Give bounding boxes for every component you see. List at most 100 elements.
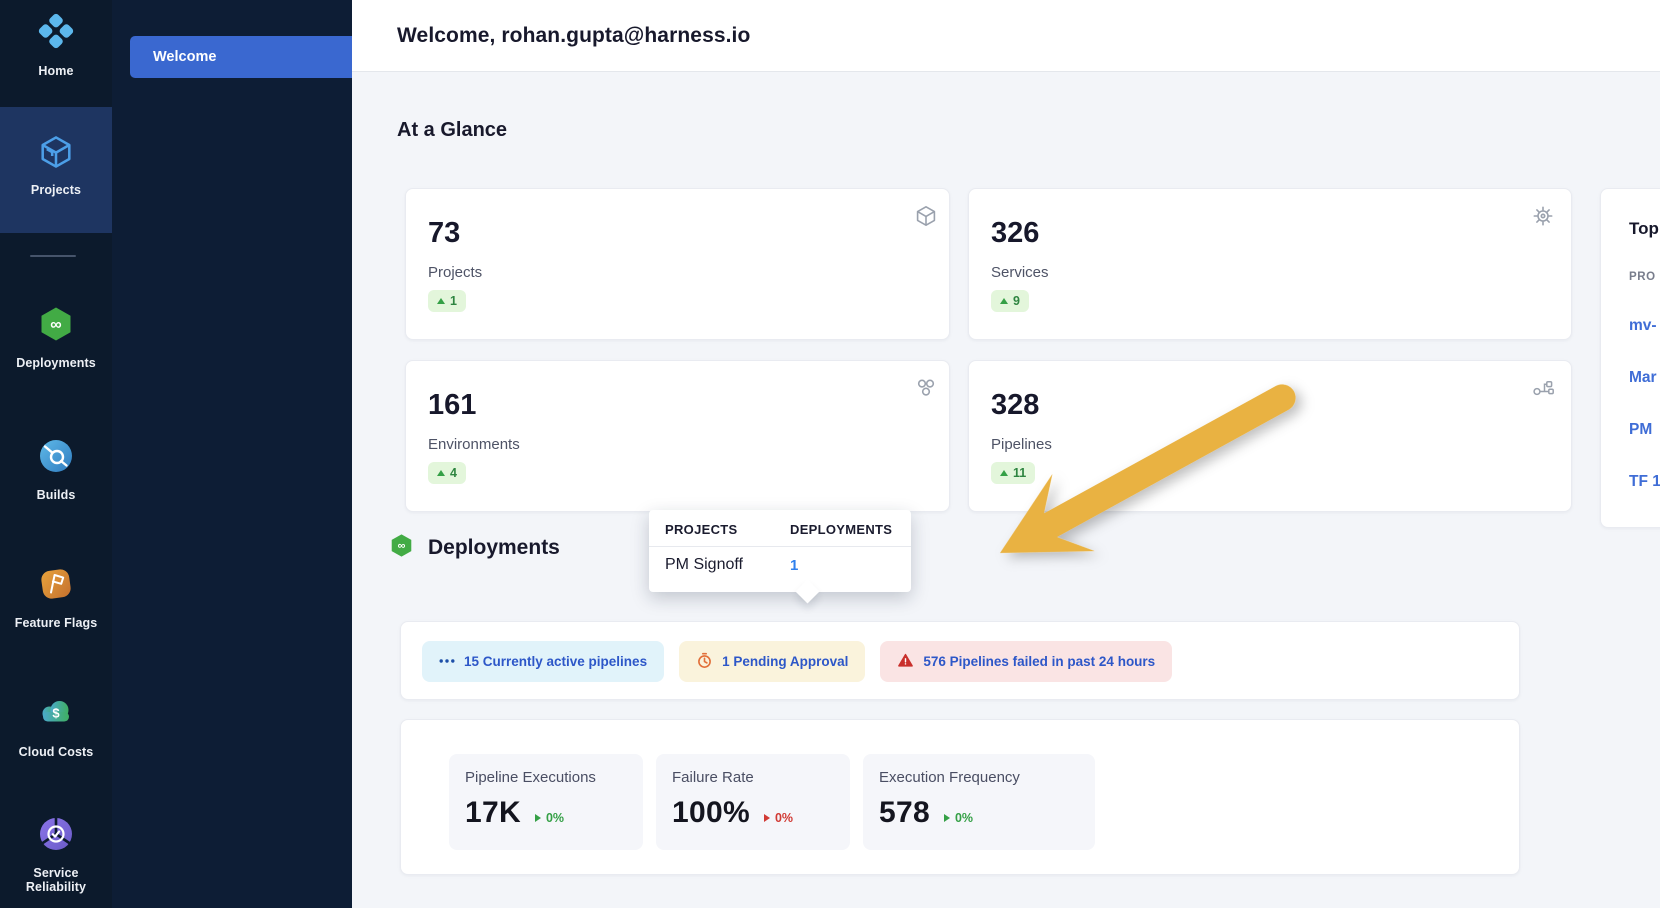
badge-text: 1 Pending Approval (722, 654, 848, 669)
badge-text: 15 Currently active pipelines (464, 654, 647, 669)
stat-delta-badge: 11 (991, 462, 1035, 484)
subnav-item-welcome[interactable]: Welcome (130, 36, 352, 78)
stopwatch-icon (696, 652, 713, 672)
content-area: At a Glance 73 Projects 1 326 Services (352, 72, 1660, 908)
sidebar-item-builds[interactable]: Builds (0, 428, 112, 502)
deployments-title: Deployments (428, 536, 560, 560)
metric-delta: 0% (535, 811, 564, 825)
tooltip-project-name: PM Signoff (665, 556, 790, 574)
metric-value: 578 (879, 796, 930, 830)
stat-card-projects[interactable]: 73 Projects 1 (405, 188, 950, 340)
pipeline-status-card: 15 Currently active pipelines 1 Pending … (400, 621, 1520, 700)
stat-card-pipelines[interactable]: 328 Pipelines 11 (968, 360, 1572, 512)
sidebar-item-label: Projects (6, 183, 106, 197)
metric-failure-rate: Failure Rate 100% 0% (656, 754, 850, 850)
stat-delta-value: 9 (1013, 294, 1020, 308)
tooltip-caret (795, 579, 819, 603)
top-panel-title: Top (1629, 219, 1660, 239)
sidebar-item-feature-flags[interactable]: Feature Flags (0, 556, 112, 630)
subnav-item-label: Welcome (153, 49, 216, 65)
stat-delta-value: 11 (1013, 466, 1026, 480)
stat-label: Environments (428, 436, 949, 453)
up-arrow-icon (437, 298, 445, 304)
svg-text:∞: ∞ (398, 540, 406, 552)
page-header: Welcome, rohan.gupta@harness.io (352, 0, 1660, 72)
stat-delta-value: 1 (450, 294, 457, 308)
stat-value: 73 (428, 219, 949, 248)
metric-delta-value: 0% (546, 811, 564, 825)
stat-delta-badge: 9 (991, 290, 1029, 312)
stat-value: 328 (991, 391, 1571, 420)
up-arrow-icon (1000, 470, 1008, 476)
environments-icon (914, 376, 938, 400)
sidebar-item-projects[interactable]: Projects (0, 107, 112, 233)
cube-icon (914, 204, 938, 228)
badge-text: 576 Pipelines failed in past 24 hours (923, 654, 1155, 669)
secondary-sidebar: Welcome (112, 0, 352, 908)
sidebar-item-label: Deployments (6, 356, 106, 370)
pending-approval-badge[interactable]: 1 Pending Approval (679, 641, 865, 682)
metric-pipeline-executions: Pipeline Executions 17K 0% (449, 754, 643, 850)
deployments-hexagon-icon: ∞ (388, 532, 415, 564)
svg-text:∞: ∞ (50, 317, 61, 334)
deployments-tooltip: PROJECTS DEPLOYMENTS PM Signoff 1 (649, 510, 911, 592)
stat-delta-badge: 1 (428, 290, 466, 312)
stat-delta-value: 4 (450, 466, 457, 480)
stat-label: Projects (428, 264, 949, 281)
module-rail: Home Projects ∞ Deployments Builds (0, 0, 112, 908)
harness-logo-icon (35, 10, 77, 57)
tooltip-col-deployments: DEPLOYMENTS (790, 522, 892, 537)
sidebar-item-label: Service Reliability (6, 866, 106, 895)
metric-delta-value: 0% (955, 811, 973, 825)
deployment-metrics-card: Pipeline Executions 17K 0% Failure Rate … (400, 719, 1520, 875)
deployments-section-heading: ∞ Deployments (388, 532, 560, 564)
sidebar-item-home[interactable]: Home (0, 2, 112, 78)
main-area: Welcome, rohan.gupta@harness.io At a Gla… (352, 0, 1660, 908)
trend-arrow-icon (535, 814, 541, 822)
metric-value: 17K (465, 796, 521, 830)
deployments-hexagon-icon: ∞ (36, 304, 76, 349)
stat-card-environments[interactable]: 161 Environments 4 (405, 360, 950, 512)
project-link[interactable]: mv- (1629, 317, 1660, 335)
metric-label: Execution Frequency (879, 769, 1095, 786)
project-link[interactable]: TF 1 (1629, 473, 1660, 491)
active-pipelines-badge[interactable]: 15 Currently active pipelines (422, 641, 664, 682)
cloud-dollar-icon: $ (36, 693, 76, 738)
metric-execution-frequency: Execution Frequency 578 0% (863, 754, 1095, 850)
sidebar-item-service-reliability[interactable]: Service Reliability (0, 806, 112, 895)
sidebar-item-deployments[interactable]: ∞ Deployments (0, 296, 112, 370)
ellipsis-icon (439, 654, 455, 669)
cube-icon (37, 133, 75, 176)
trend-arrow-icon (944, 814, 950, 822)
project-link[interactable]: PM (1629, 421, 1660, 439)
tooltip-data-row: PM Signoff 1 (649, 547, 911, 574)
tooltip-deployments-count-link[interactable]: 1 (790, 557, 798, 574)
top-projects-panel: Top PRO mv- Mar PM TF 1 (1600, 188, 1660, 528)
stat-label: Services (991, 264, 1571, 281)
metric-delta: 0% (764, 811, 793, 825)
warning-triangle-icon (897, 652, 914, 672)
up-arrow-icon (1000, 298, 1008, 304)
builds-icon (36, 436, 76, 481)
stat-delta-badge: 4 (428, 462, 466, 484)
metric-label: Pipeline Executions (465, 769, 643, 786)
rail-divider (30, 255, 76, 257)
sidebar-item-label: Builds (6, 488, 106, 502)
stat-label: Pipelines (991, 436, 1571, 453)
trend-arrow-icon (764, 814, 770, 822)
svg-text:$: $ (52, 706, 60, 721)
page-title: Welcome, rohan.gupta@harness.io (397, 24, 750, 48)
failed-pipelines-badge[interactable]: 576 Pipelines failed in past 24 hours (880, 641, 1172, 682)
sidebar-item-cloud-costs[interactable]: $ Cloud Costs (0, 685, 112, 759)
at-a-glance-title: At a Glance (397, 119, 507, 142)
metric-value: 100% (672, 796, 750, 830)
flag-icon (36, 564, 76, 609)
project-link[interactable]: Mar (1629, 369, 1660, 387)
stat-card-services[interactable]: 326 Services 9 (968, 188, 1572, 340)
harness-dashboard: Home Projects ∞ Deployments Builds (0, 0, 1660, 908)
stat-value: 326 (991, 219, 1571, 248)
stat-value: 161 (428, 391, 949, 420)
sidebar-item-label: Home (6, 64, 106, 78)
metric-delta: 0% (944, 811, 973, 825)
tooltip-header-row: PROJECTS DEPLOYMENTS (649, 510, 911, 547)
